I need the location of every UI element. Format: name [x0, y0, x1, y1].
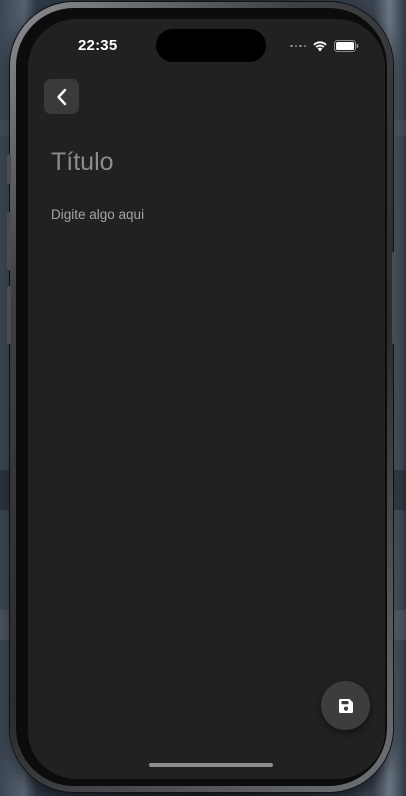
volume-up-button: [7, 212, 11, 270]
phone-frame: 22:35 Título Digite algo aqui: [7, 2, 396, 792]
volume-down-button: [7, 286, 11, 344]
status-time: 22:35: [78, 37, 118, 54]
battery-icon: [334, 40, 359, 52]
chevron-left-icon: [56, 88, 66, 105]
status-icons: [290, 40, 359, 52]
wifi-icon: [313, 41, 327, 52]
save-icon: [338, 698, 353, 713]
home-indicator[interactable]: [149, 763, 273, 767]
back-button[interactable]: [44, 79, 79, 114]
power-button: [392, 252, 396, 344]
dynamic-island: [156, 29, 266, 62]
title-input[interactable]: Título: [51, 148, 114, 177]
save-button[interactable]: [321, 681, 370, 730]
app-screen: 22:35 Título Digite algo aqui: [28, 19, 385, 779]
action-button: [7, 154, 11, 184]
body-input[interactable]: Digite algo aqui: [51, 207, 144, 222]
signal-dots-icon: [290, 44, 306, 48]
